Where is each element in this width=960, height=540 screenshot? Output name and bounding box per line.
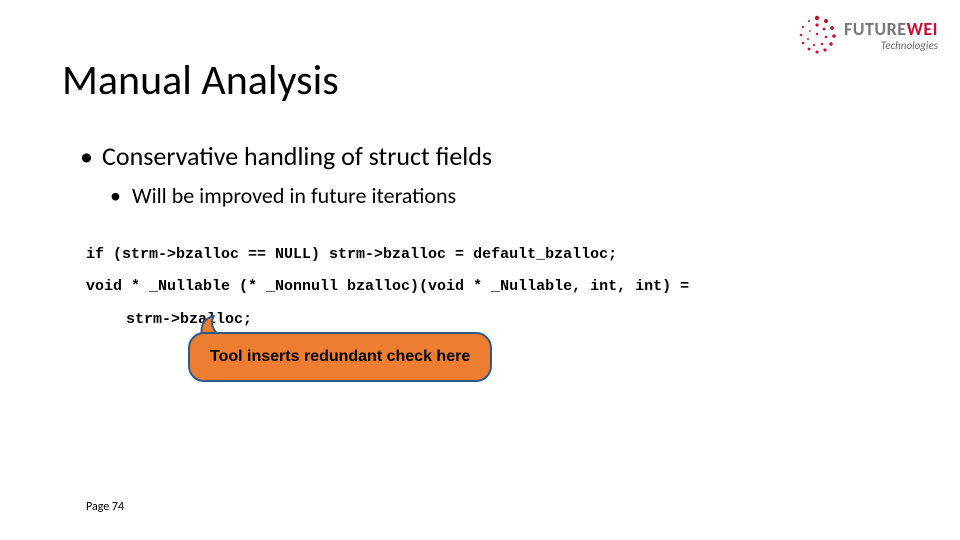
callout-text: Tool inserts redundant check here: [188, 332, 492, 382]
logo-text: FUTUREWEI Technologies: [844, 20, 938, 51]
page-title: Manual Analysis: [62, 55, 339, 106]
code-block: if (strm->bzalloc == NULL) strm->bzalloc…: [86, 245, 689, 342]
logo-subtitle: Technologies: [844, 40, 938, 51]
logo-word-1: FUTURE: [844, 18, 907, 40]
callout: Tool inserts redundant check here: [188, 332, 492, 382]
code-line: void * _Nullable (* _Nonnull bzalloc)(vo…: [86, 277, 689, 297]
bullet-list: Conservative handling of struct fields W…: [80, 140, 492, 209]
code-line: if (strm->bzalloc == NULL) strm->bzalloc…: [86, 245, 689, 265]
logo-mark-icon: [796, 14, 838, 56]
slide: FUTUREWEI Technologies Manual Analysis C…: [0, 0, 960, 540]
logo-word-2: WEI: [907, 18, 938, 40]
page-number: Page 74: [86, 500, 124, 514]
bullet-level-1: Conservative handling of struct fields: [80, 140, 492, 172]
bullet-level-2: Will be improved in future iterations: [110, 182, 492, 209]
brand-logo: FUTUREWEI Technologies: [796, 14, 938, 56]
